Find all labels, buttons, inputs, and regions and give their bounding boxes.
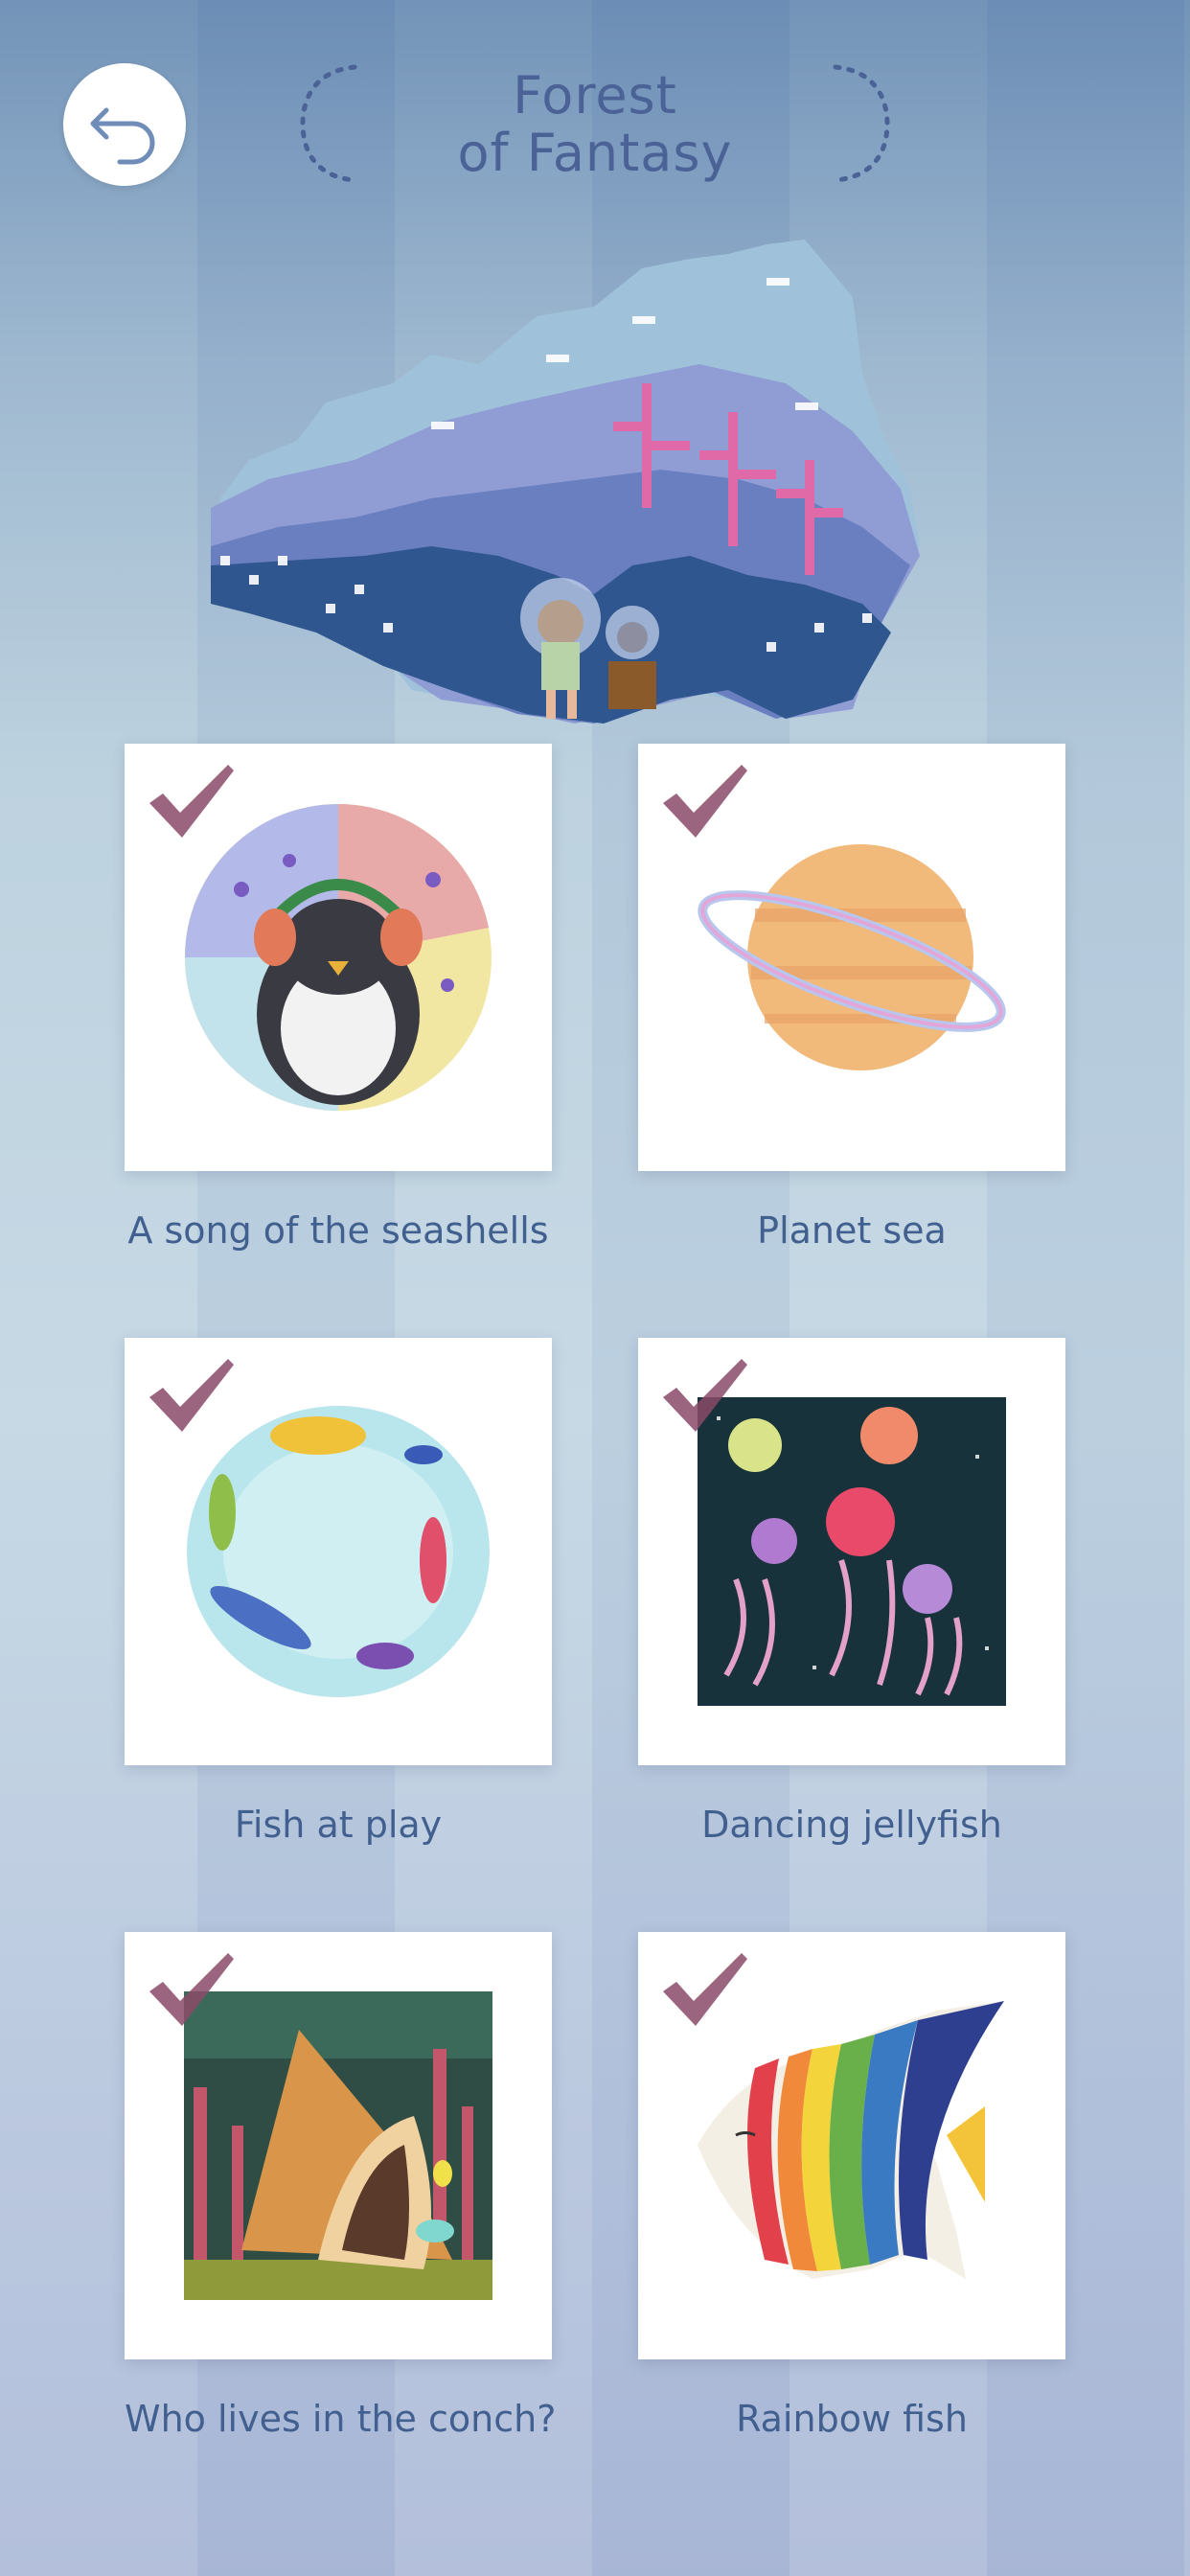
title-line-1: Forest — [513, 65, 677, 126]
back-arrow-icon — [90, 107, 155, 165]
artwork-card[interactable]: Who lives in the conch? — [125, 1932, 557, 2440]
artwork-tile[interactable] — [638, 744, 1065, 1171]
artwork-title: Rainbow fish — [736, 2398, 968, 2440]
page-title-area: Forest of Fantasy — [287, 58, 903, 192]
artwork-tile[interactable] — [125, 1932, 552, 2359]
artwork-title: Fish at play — [234, 1804, 443, 1846]
check-icon — [663, 1359, 747, 1432]
artwork-title: Dancing jellyfish — [701, 1804, 1002, 1846]
artwork-title: Planet sea — [757, 1209, 947, 1252]
artwork-title: A song of the seashells — [127, 1209, 549, 1252]
penguin-headphones-art — [185, 804, 492, 1111]
rainbow-fish-art — [698, 2001, 1004, 2279]
artwork-tile[interactable] — [638, 1932, 1065, 2359]
check-icon — [149, 1953, 234, 2026]
title-line-2: of Fantasy — [457, 123, 733, 183]
artwork-tile[interactable] — [638, 1338, 1065, 1765]
artwork-card[interactable]: Planet sea — [638, 744, 1065, 1252]
conch-shell-art — [184, 1991, 492, 2300]
ringed-planet-art — [698, 844, 1006, 1070]
artwork-title: Who lives in the conch? — [125, 2398, 557, 2440]
fish-circle-art — [187, 1406, 490, 1697]
ocean-scene-illustration — [211, 240, 920, 724]
back-button[interactable] — [63, 63, 186, 186]
jellyfish-art — [698, 1397, 1006, 1706]
right-bracket-decoration — [833, 64, 890, 183]
artwork-tile[interactable] — [125, 744, 552, 1171]
page-title: Forest of Fantasy — [458, 67, 733, 182]
artwork-card[interactable]: Rainbow fish — [638, 1932, 1065, 2440]
left-bracket-decoration — [300, 64, 357, 183]
artwork-card[interactable]: Fish at play — [125, 1338, 552, 1846]
artwork-card[interactable]: Dancing jellyfish — [638, 1338, 1065, 1846]
artwork-tile[interactable] — [125, 1338, 552, 1765]
artwork-card[interactable]: A song of the seashells — [125, 744, 552, 1252]
